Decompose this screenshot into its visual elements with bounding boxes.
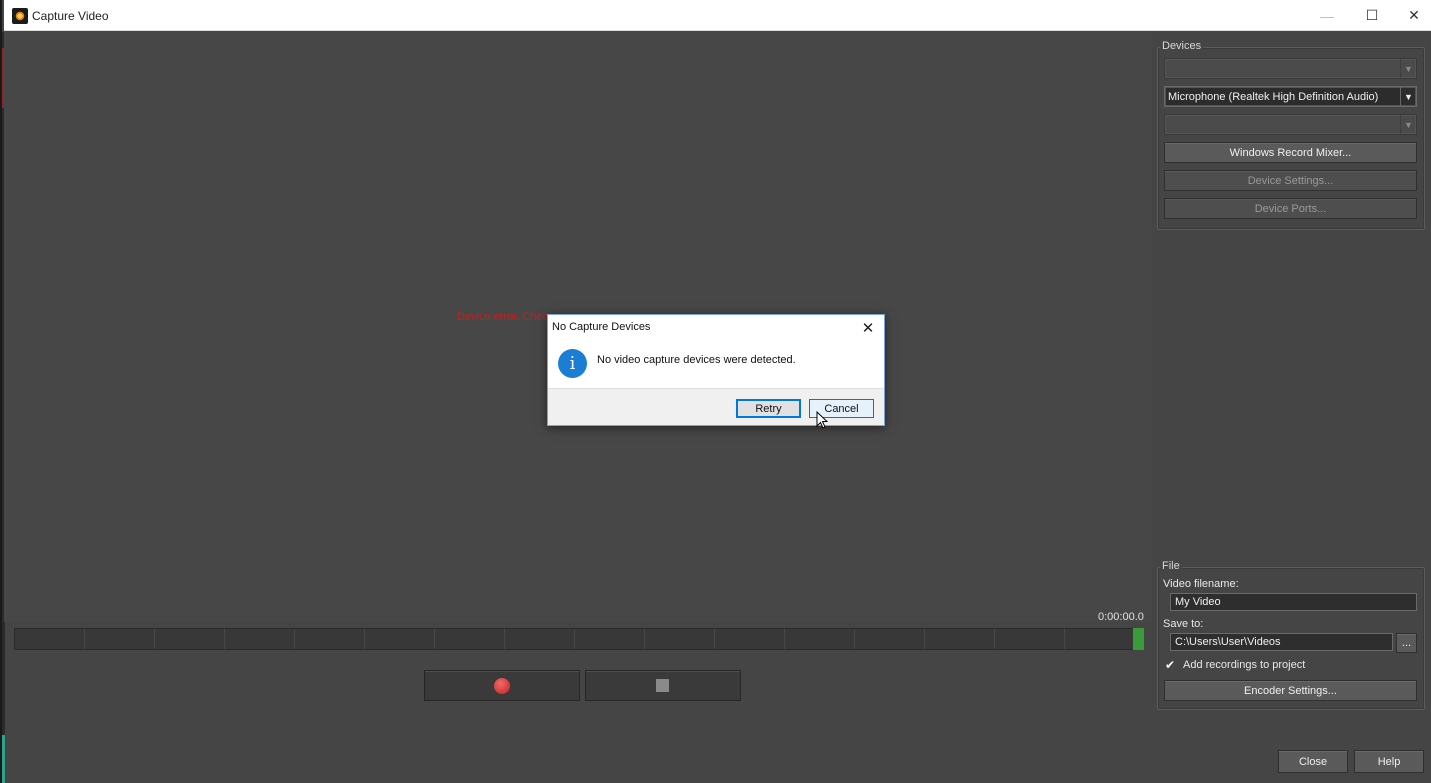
info-icon: i: [558, 349, 587, 378]
retry-button[interactable]: Retry: [736, 399, 801, 418]
browse-folder-button[interactable]: ...: [1396, 633, 1417, 653]
windows-record-mixer-button[interactable]: Windows Record Mixer...: [1164, 142, 1417, 163]
app-icon: [12, 8, 28, 24]
close-button[interactable]: Close: [1278, 750, 1348, 773]
timeline-tick: [364, 629, 365, 649]
devices-group-label: Devices: [1160, 40, 1204, 52]
help-button[interactable]: Help: [1354, 750, 1424, 773]
minimize-button[interactable]: —: [1304, 0, 1350, 31]
dialog-message: No video capture devices were detected.: [597, 354, 796, 366]
left-edge-marker-bottom: [2, 735, 5, 783]
audio-device-combo[interactable]: Microphone (Realtek High Definition Audi…: [1164, 86, 1417, 107]
chevron-down-icon: ▼: [1400, 115, 1416, 134]
timeline-tick: [574, 629, 575, 649]
third-device-combo[interactable]: ▼: [1164, 114, 1417, 135]
save-to-label: Save to:: [1163, 618, 1204, 630]
dialog-title: No Capture Devices: [552, 321, 651, 333]
chevron-down-icon: ▼: [1400, 87, 1416, 106]
timeline-tick: [644, 629, 645, 649]
device-ports-button[interactable]: Device Ports...: [1164, 198, 1417, 219]
file-group-label: File: [1160, 560, 1182, 572]
timeline-tick: [994, 629, 995, 649]
stop-button[interactable]: [585, 670, 741, 701]
file-group: File Video filename: My Video Save to: C…: [1157, 560, 1425, 710]
timeline-tick: [784, 629, 785, 649]
window-close-button[interactable]: ✕: [1391, 0, 1431, 31]
chevron-down-icon: ▼: [1400, 59, 1416, 78]
timeline-tick: [154, 629, 155, 649]
video-filename-input[interactable]: My Video: [1170, 593, 1417, 611]
save-to-input[interactable]: C:\Users\User\Videos: [1170, 633, 1393, 651]
record-icon: [494, 678, 510, 694]
timeline-tick: [504, 629, 505, 649]
timeline-tick: [1064, 629, 1065, 649]
encoder-settings-button[interactable]: Encoder Settings...: [1164, 680, 1417, 701]
timeline-tick: [854, 629, 855, 649]
mouse-cursor-icon: [816, 411, 828, 429]
no-capture-devices-dialog: No Capture Devices ✕ i No video capture …: [547, 314, 885, 426]
close-icon[interactable]: ✕: [856, 317, 880, 339]
timeline-tick: [434, 629, 435, 649]
timeline-tick: [924, 629, 925, 649]
video-device-combo[interactable]: ▼: [1164, 58, 1417, 79]
maximize-button[interactable]: ☐: [1349, 0, 1395, 31]
title-bar: Capture Video — ☐ ✕: [4, 0, 1431, 31]
add-recordings-checkbox[interactable]: ✔: [1165, 659, 1177, 671]
stop-icon: [656, 679, 669, 692]
capture-video-window: Capture Video — ☐ ✕ Device error. Chec D…: [0, 0, 1431, 783]
timeline-tick: [714, 629, 715, 649]
window-title: Capture Video: [32, 9, 109, 23]
dialog-footer: Retry Cancel: [548, 388, 884, 425]
device-settings-button[interactable]: Device Settings...: [1164, 170, 1417, 191]
timeline-tick: [84, 629, 85, 649]
timeline-tick: [294, 629, 295, 649]
devices-group: Devices ▼ Microphone (Realtek High Defin…: [1157, 40, 1425, 230]
video-filename-label: Video filename:: [1163, 578, 1239, 590]
timeline-tick: [224, 629, 225, 649]
timeline-bar[interactable]: [14, 628, 1144, 650]
add-recordings-label: Add recordings to project: [1183, 659, 1306, 671]
record-button[interactable]: [424, 670, 580, 701]
timecode: 0:00:00.0: [1098, 611, 1144, 623]
audio-level-meter: [1133, 628, 1144, 650]
device-error-text: Device error. Chec: [457, 311, 549, 323]
audio-device-value: Microphone (Realtek High Definition Audi…: [1168, 91, 1379, 103]
